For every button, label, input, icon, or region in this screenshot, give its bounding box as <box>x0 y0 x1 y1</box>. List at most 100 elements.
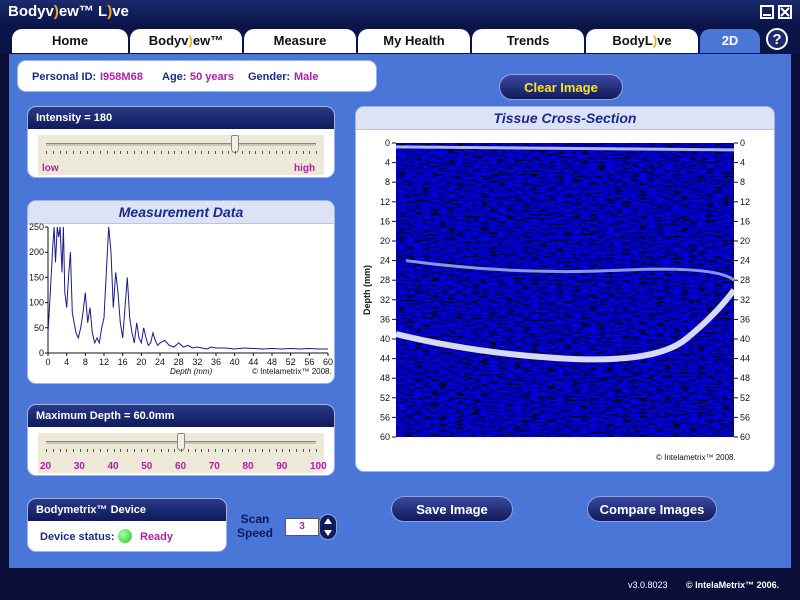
device-status-label: Device status: <box>40 531 115 543</box>
tissue-left-tick-label: 12 <box>380 197 390 207</box>
tissue-right-tick-label: 8 <box>740 177 745 187</box>
slider-tick <box>73 449 74 452</box>
x-tick-label: 56 <box>304 357 314 367</box>
compare-images-button[interactable]: Compare Images <box>587 496 717 522</box>
slider-tick <box>160 151 162 154</box>
slider-tick <box>194 449 196 452</box>
scan-speed-input[interactable]: 3 <box>285 518 319 536</box>
slider-tick <box>248 449 250 452</box>
help-button[interactable]: ? <box>766 28 788 50</box>
y-tick-label: 100 <box>29 298 44 308</box>
device-panel: Bodymetrix™ Device Device status: Ready <box>27 498 227 552</box>
version-label: v3.0.8023 <box>628 580 668 590</box>
footer-copyright: © IntelaMetrix™ 2006. <box>686 580 780 590</box>
scan-speed-stepper[interactable] <box>319 514 337 540</box>
measurement-chart: 0501001502002500 4 8 12 16 20 24 28 32 36 40 44 48 52… <box>29 223 333 367</box>
slider-tick <box>133 151 135 154</box>
slider-tick <box>133 449 135 452</box>
tab-2d[interactable]: 2D <box>700 29 760 53</box>
x-tick-label: 28 <box>174 357 184 367</box>
measurement-copyright: © Intelametrix™ 2008. <box>252 367 332 376</box>
slider-tick <box>106 449 108 452</box>
max-depth-panel: Maximum Depth = 60.0mm 20 30 40 50 60 70 80 90 1… <box>27 404 335 476</box>
y-tick-label: 200 <box>29 247 44 257</box>
footer: v3.0.8023 © IntelaMetrix™ 2006. <box>0 574 800 600</box>
slider-tick <box>160 449 162 452</box>
slider-tick <box>86 449 88 452</box>
max-depth-tick-label: 100 <box>310 461 327 472</box>
slider-tick <box>214 151 216 154</box>
tissue-right-tick-label: 0 <box>740 138 745 148</box>
max-depth-title: Maximum Depth = 60.0mm <box>28 405 334 427</box>
max-depth-tick-label: 30 <box>73 461 85 472</box>
tissue-right-tick-label: 52 <box>740 393 750 403</box>
x-tick-label: 0 <box>45 357 50 367</box>
slider-tick <box>241 151 243 154</box>
slider-tick <box>268 151 270 154</box>
tab-bar: Home Bodyv)ew™ Measure My Health Trends … <box>0 26 800 54</box>
tissue-right-tick-label: 36 <box>740 314 750 324</box>
tissue-left-tick-label: 44 <box>380 354 390 364</box>
tab-bodyview[interactable]: Bodyv)ew™ <box>130 29 242 53</box>
measurement-panel: Measurement Data 0 50 100 150 200 250 0 4 8 12 16 2… <box>27 200 335 384</box>
x-tick-label: 36 <box>211 357 221 367</box>
tissue-copyright: © Intelametrix™ 2008. <box>656 453 736 462</box>
minimize-icon <box>763 14 771 16</box>
tab-home[interactable]: Home <box>12 29 128 53</box>
slider-tick <box>187 449 189 452</box>
slider-tick <box>46 449 47 452</box>
slider-tick <box>66 449 68 452</box>
personal-id-label: Personal ID: <box>32 71 97 83</box>
tab-measure[interactable]: Measure <box>244 29 356 53</box>
slider-tick <box>167 449 169 452</box>
slider-tick <box>127 151 128 154</box>
slider-tick <box>154 449 155 452</box>
tab-my-health[interactable]: My Health <box>358 29 470 53</box>
age-value: 50 years <box>190 71 235 83</box>
tissue-right-tick-label: 32 <box>740 295 750 305</box>
y-tick-label: 150 <box>29 272 44 282</box>
slider-tick <box>79 151 81 154</box>
tab-bodylive[interactable]: BodyL)ve <box>586 29 698 53</box>
x-tick-label: 16 <box>118 357 128 367</box>
clear-image-button[interactable]: Clear Image <box>499 74 623 100</box>
x-tick-label: 24 <box>155 357 165 367</box>
tissue-image: 0 04 48 812 1216 1620 2024 2428 2832 3236 3640 4044… <box>362 138 750 442</box>
slider-tick <box>100 449 101 452</box>
minimize-button[interactable] <box>760 5 774 19</box>
slider-tick <box>127 449 128 452</box>
main-panel: Personal ID: I958M68 Age: 50 years Gende… <box>9 54 791 568</box>
x-tick-label: 20 <box>136 357 146 367</box>
close-button[interactable] <box>778 5 792 19</box>
tissue-right-tick-label: 56 <box>740 412 750 422</box>
slider-tick <box>289 449 290 452</box>
slider-tick <box>140 449 142 452</box>
max-depth-tick-label: 40 <box>107 461 119 472</box>
slider-tick <box>302 449 304 452</box>
max-depth-tick-label: 50 <box>141 461 153 472</box>
tab-trends[interactable]: Trends <box>472 29 584 53</box>
slider-tick <box>268 449 270 452</box>
slider-tick <box>181 449 182 452</box>
personal-id-value: I958M68 <box>100 71 143 83</box>
intensity-high-label: high <box>294 163 316 174</box>
slider-tick <box>147 151 149 154</box>
slider-tick <box>52 449 54 452</box>
tissue-right-tick-label: 44 <box>740 354 750 364</box>
gender-label: Gender: <box>248 71 291 83</box>
slider-tick <box>59 449 61 452</box>
title-bar: Bodyv)ew™ L)ve <box>0 0 800 27</box>
slider-tick <box>66 151 68 154</box>
slider-tick <box>262 449 263 452</box>
slider-tick <box>93 151 95 154</box>
max-depth-tick-label: 90 <box>276 461 288 472</box>
slider-tick <box>316 449 317 452</box>
device-title: Bodymetrix™ Device <box>28 499 226 521</box>
intensity-slider-track[interactable] <box>46 143 316 146</box>
slider-tick <box>167 151 169 154</box>
slider-tick <box>174 151 176 154</box>
slider-tick <box>100 151 101 154</box>
close-icon <box>780 7 790 17</box>
save-image-button[interactable]: Save Image <box>391 496 513 522</box>
x-tick-label: 4 <box>64 357 69 367</box>
